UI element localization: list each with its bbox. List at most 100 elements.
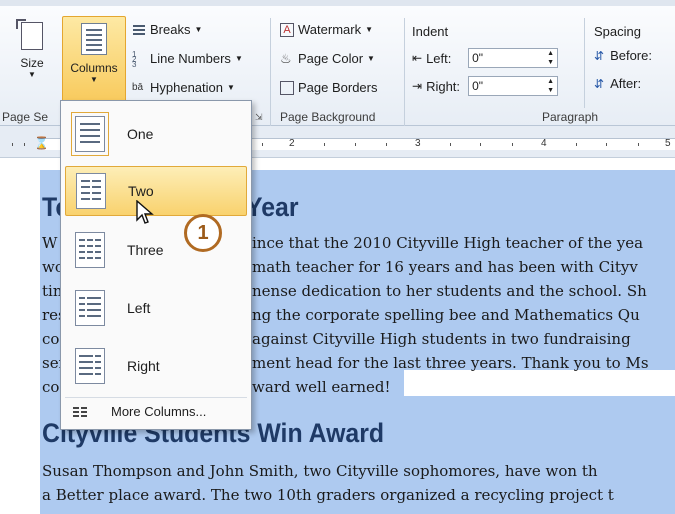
- watermark-button[interactable]: A Watermark ▼: [280, 22, 373, 37]
- mouse-pointer-icon: [136, 200, 154, 224]
- text-line-right: ward well earned!: [252, 378, 391, 396]
- more-columns-label: More Columns...: [111, 404, 207, 419]
- ruler-tick: [480, 143, 481, 146]
- menu-item-label: One: [127, 126, 154, 142]
- chevron-down-icon: ▼: [90, 75, 98, 84]
- text-line-left: W: [42, 234, 58, 252]
- size-label: Size: [20, 56, 44, 70]
- spacing-label: Spacing: [594, 24, 641, 39]
- indent-left-row: ⇤ Left: 0" ▲ ▼: [412, 48, 559, 68]
- chevron-down-icon: ▼: [367, 54, 375, 63]
- text-line-left: co: [42, 378, 60, 396]
- text-line: Susan Thompson and John Smith, two Cityv…: [42, 462, 598, 480]
- ruler-tick: [324, 143, 325, 146]
- ruler-tick: [12, 143, 13, 146]
- indent-right-label: Right:: [426, 78, 461, 94]
- page-borders-button[interactable]: Page Borders: [280, 80, 378, 95]
- columns-button[interactable]: Columns ▼: [62, 16, 126, 106]
- left-column-icon: [75, 290, 105, 326]
- indent-right-icon: ⇥: [412, 79, 423, 93]
- spacing-after-row: ⇵ After:: [594, 76, 641, 91]
- spacing-after-label: After:: [610, 76, 642, 91]
- chevron-down-icon: ▼: [28, 70, 36, 79]
- text-line-right: math teacher for 16 years and has been w…: [252, 258, 638, 276]
- group-separator: [584, 18, 585, 108]
- menu-item-right[interactable]: Right: [65, 341, 247, 391]
- more-columns-icon: [73, 406, 87, 418]
- ruler-tick: [386, 143, 387, 146]
- ruler-tick: [606, 143, 607, 146]
- columns-dropdown-menu: One Two Three Left Right More Columns...: [60, 100, 252, 430]
- text-line-right: against Cityville High students in two f…: [252, 330, 631, 348]
- chevron-down-icon: ▼: [194, 25, 203, 34]
- breaks-label: Breaks: [150, 22, 191, 37]
- group-separator: [270, 18, 271, 126]
- menu-item-left[interactable]: Left: [65, 283, 247, 333]
- menu-item-label: Two: [128, 183, 154, 199]
- text-line-left: co: [42, 330, 60, 348]
- ruler-tick: [576, 143, 577, 146]
- page-color-button[interactable]: ♨ Page Color ▼: [280, 51, 375, 66]
- hyphenation-icon: bā: [132, 81, 144, 93]
- line-numbers-label: Line Numbers: [150, 51, 231, 66]
- dialog-launcher-icon[interactable]: ⇲: [255, 112, 263, 123]
- ruler-indent-marker-icon[interactable]: ⌛: [34, 136, 49, 150]
- ruler-tick: [638, 143, 639, 146]
- page-borders-label: Page Borders: [298, 80, 378, 95]
- right-column-icon: [75, 348, 105, 384]
- indent-right-input[interactable]: 0" ▲ ▼: [468, 76, 559, 96]
- chevron-down-icon: ▼: [227, 83, 235, 92]
- breaks-icon: [132, 23, 146, 37]
- ruler-tick: [512, 143, 513, 146]
- indent-right-row: ⇥ Right: 0" ▲ ▼: [412, 76, 559, 96]
- indent-label: Indent: [412, 24, 449, 39]
- selection-gap: [404, 370, 675, 396]
- menu-item-one[interactable]: One: [65, 109, 247, 159]
- page-size-icon: [16, 19, 43, 50]
- heading-1-suffix: Year: [246, 192, 299, 222]
- hyphenation-button[interactable]: bā Hyphenation ▼: [132, 80, 235, 95]
- paragraph-group-label: Paragraph: [542, 110, 599, 124]
- watermark-label: Watermark: [298, 22, 362, 37]
- size-button[interactable]: Size ▼: [10, 19, 54, 104]
- three-columns-icon: [75, 232, 105, 268]
- ruler-tick: [262, 143, 263, 146]
- menu-item-label: Three: [127, 242, 164, 258]
- ruler-tick: [355, 143, 356, 146]
- text-line-right: nense dedication to her students and the…: [252, 282, 647, 300]
- spin-arrows-icon[interactable]: ▲ ▼: [547, 77, 554, 95]
- spacing-before-icon: ⇵: [594, 48, 605, 63]
- columns-label: Columns: [70, 61, 118, 75]
- spacing-before-row: ⇵ Before:: [594, 48, 652, 63]
- ruler-tick: [24, 143, 25, 146]
- line-numbers-icon: 123: [132, 49, 137, 69]
- line-numbers-button[interactable]: 123 Line Numbers ▼: [132, 49, 243, 69]
- more-columns-item[interactable]: More Columns...: [65, 397, 247, 425]
- indent-left-label: Left:: [426, 50, 452, 66]
- ruler-number: 4: [541, 138, 547, 149]
- step-callout: 1: [184, 214, 222, 252]
- ruler-number: 5: [665, 138, 671, 149]
- menu-item-label: Left: [127, 300, 151, 316]
- page-borders-icon: [280, 80, 294, 95]
- indent-left-input[interactable]: 0" ▲ ▼: [468, 48, 559, 68]
- page-background-group-label: Page Background: [280, 110, 376, 124]
- menu-item-label: Right: [127, 358, 160, 374]
- chevron-down-icon: ▼: [365, 25, 373, 34]
- chevron-down-icon: ▼: [234, 54, 243, 63]
- menu-item-two[interactable]: Two: [65, 166, 247, 216]
- paint-bucket-icon: ♨: [280, 50, 292, 66]
- indent-left-icon: ⇤: [412, 51, 423, 65]
- spacing-after-icon: ⇵: [594, 76, 605, 91]
- watermark-icon: A: [280, 22, 294, 37]
- page-color-label: Page Color: [298, 51, 364, 66]
- one-column-icon: [71, 112, 109, 156]
- text-line-right: ment head for the last three years. Than…: [252, 354, 649, 372]
- page-setup-group-label: Page Se: [2, 110, 49, 124]
- breaks-button[interactable]: Breaks ▼: [132, 22, 202, 37]
- hyphenation-label: Hyphenation: [150, 80, 223, 95]
- text-line: a Better place award. The two 10th grade…: [42, 486, 614, 504]
- two-columns-icon: [76, 173, 106, 209]
- spin-arrows-icon[interactable]: ▲ ▼: [547, 49, 554, 67]
- ruler-tick: [450, 143, 451, 146]
